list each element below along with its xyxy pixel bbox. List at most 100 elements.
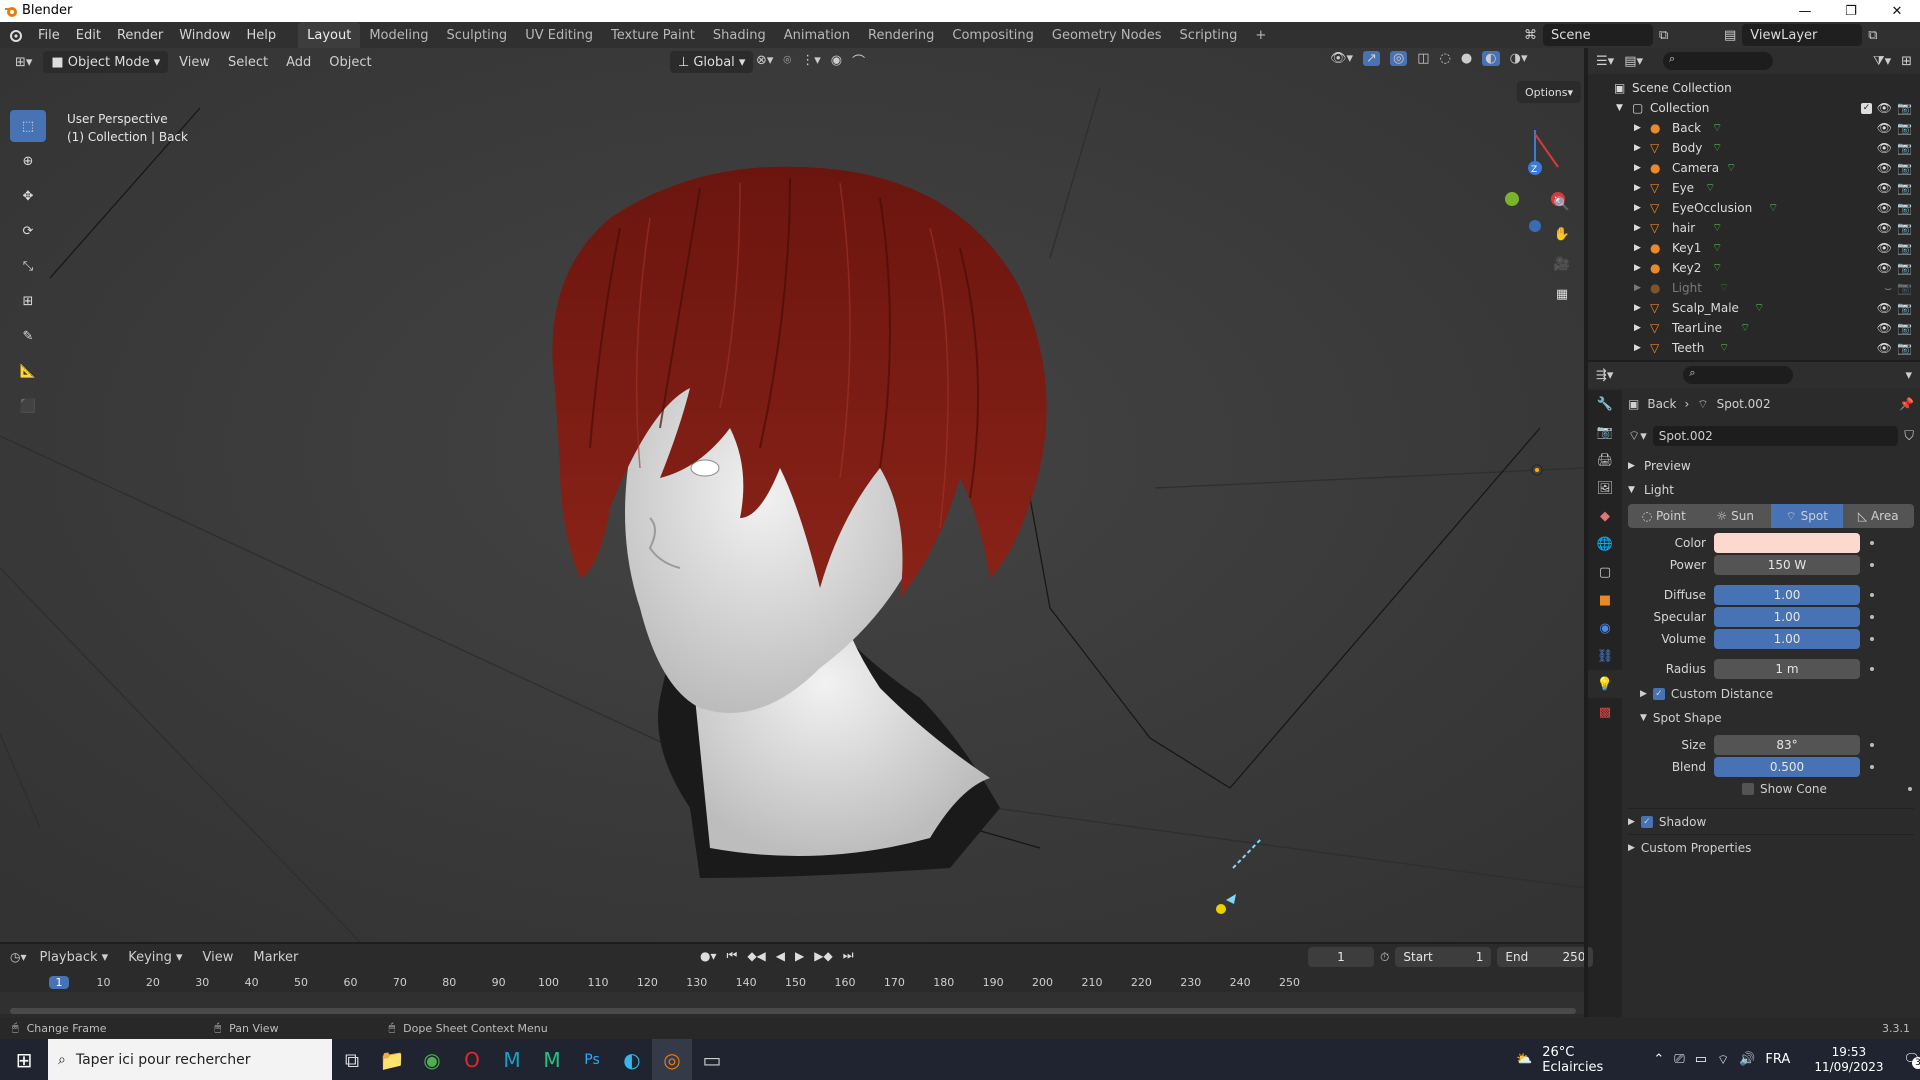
restore-button[interactable]: ❐: [1828, 0, 1874, 22]
overlay-toggle-icon[interactable]: ◎: [1389, 51, 1408, 66]
volume-keyframe-dot[interactable]: [1870, 637, 1874, 641]
light-type-spot[interactable]: ⌔ Spot: [1771, 504, 1843, 528]
camera-view-icon[interactable]: 🎥: [1548, 250, 1576, 278]
visibility-eye-icon[interactable]: ⌣: [1884, 281, 1892, 296]
show-cone-row[interactable]: Show Cone: [1742, 778, 1914, 800]
playback-menu[interactable]: Playback ▾: [33, 946, 116, 968]
outliner-item-hair[interactable]: ▶ ▽ hair ⌔ 👁 📷: [1588, 218, 1920, 238]
mode-selector[interactable]: ■ Object Mode ▾: [43, 51, 169, 73]
view-layer-tab-icon[interactable]: 🖼: [1588, 474, 1622, 502]
exclude-checkbox[interactable]: ✓: [1861, 102, 1872, 114]
edge-icon[interactable]: ◐: [612, 1039, 652, 1080]
app-m-blue-icon[interactable]: M: [492, 1039, 532, 1080]
tool-tab-icon[interactable]: 🔧: [1588, 390, 1622, 418]
visibility-eye-icon[interactable]: 👁: [1877, 341, 1892, 355]
render-camera-icon[interactable]: 📷: [1897, 241, 1912, 255]
color-swatch[interactable]: [1714, 533, 1860, 553]
render-camera-icon[interactable]: 📷: [1897, 321, 1912, 335]
expand-icon[interactable]: ▼: [1616, 103, 1623, 113]
play-reverse-icon[interactable]: ◀: [776, 949, 785, 963]
menu-object[interactable]: Object: [322, 51, 378, 73]
menu-add[interactable]: Add: [279, 51, 318, 73]
next-keyframe-icon[interactable]: ▶◆: [814, 949, 832, 963]
new-view-layer-icon[interactable]: ⧉: [1868, 28, 1877, 43]
add-workspace-button[interactable]: +: [1246, 22, 1275, 48]
outliner-item-camera[interactable]: ▶ ● Camera ⌔ 👁 📷: [1588, 158, 1920, 178]
expand-icon[interactable]: ▶: [1634, 203, 1641, 213]
record-icon[interactable]: ●▾: [700, 949, 717, 963]
menu-select[interactable]: Select: [221, 51, 275, 73]
menu-view[interactable]: View: [172, 51, 217, 73]
volume-field[interactable]: 1.00: [1714, 629, 1860, 649]
custom-distance-row[interactable]: ▶ ✓ Custom Distance: [1640, 682, 1914, 706]
snap-target-icon[interactable]: ⋮▾: [801, 53, 821, 68]
outliner-item-key2[interactable]: ▶ ● Key2 ⌔ 👁 📷: [1588, 258, 1920, 278]
snap-magnet-icon[interactable]: ⌾: [783, 53, 791, 68]
menu-help[interactable]: Help: [239, 22, 285, 48]
battery-icon[interactable]: ▭: [1695, 1052, 1707, 1067]
visibility-eye-icon[interactable]: 👁: [1877, 321, 1892, 335]
spot-size-field[interactable]: 83°: [1714, 735, 1860, 755]
menu-edit[interactable]: Edit: [68, 22, 109, 48]
world-tab-icon[interactable]: 🌐: [1588, 530, 1622, 558]
expand-icon[interactable]: ▶: [1634, 123, 1641, 133]
falloff-icon[interactable]: ⌒: [852, 51, 865, 70]
annotate-tool[interactable]: ✎: [10, 320, 46, 352]
scene-icon[interactable]: ⌘: [1524, 28, 1537, 43]
transform-orientation-dropdown[interactable]: ⊥ Global ▾: [670, 51, 754, 73]
preview-panel-header[interactable]: ▶ Preview: [1628, 454, 1914, 478]
cursor-tool[interactable]: ⊕: [10, 145, 46, 177]
outliner-item-light[interactable]: ▶ ● Light ⌔ ⌣ 📷: [1588, 278, 1920, 298]
tab-modeling[interactable]: Modeling: [360, 22, 437, 48]
outliner-item-scalp_male[interactable]: ▶ ▽ Scalp_Male ⌔ 👁 📷: [1588, 298, 1920, 318]
outliner-scene-collection[interactable]: ▣ Scene Collection: [1588, 78, 1920, 98]
app-m-green-icon[interactable]: M: [532, 1039, 572, 1080]
diffuse-field[interactable]: 1.00: [1714, 585, 1860, 605]
jump-end-icon[interactable]: ⏭: [843, 948, 854, 963]
shadow-checkbox[interactable]: ✓: [1640, 815, 1653, 828]
visibility-eye-icon[interactable]: 👁: [1877, 181, 1892, 195]
visibility-eye-icon[interactable]: 👁: [1877, 201, 1892, 215]
wireframe-shading-icon[interactable]: ◌: [1440, 51, 1451, 66]
shadow-panel-header[interactable]: ▶ ✓ Shadow: [1628, 808, 1914, 834]
keying-menu[interactable]: Keying ▾: [121, 946, 189, 968]
marker-menu[interactable]: Marker: [246, 946, 305, 968]
tab-rendering[interactable]: Rendering: [859, 22, 943, 48]
add-cube-tool[interactable]: ⬛: [10, 390, 46, 422]
render-camera-icon[interactable]: 📷: [1897, 301, 1912, 315]
expand-icon[interactable]: ▶: [1634, 283, 1641, 293]
data-icon[interactable]: ⌔: [1712, 141, 1722, 155]
tab-sculpting[interactable]: Sculpting: [437, 22, 516, 48]
task-view-icon[interactable]: ⧉: [332, 1039, 372, 1080]
radius-keyframe-dot[interactable]: [1870, 667, 1874, 671]
light-panel-header[interactable]: ▼ Light: [1628, 478, 1914, 502]
render-camera-icon[interactable]: 📷: [1897, 341, 1912, 355]
outliner-item-key1[interactable]: ▶ ● Key1 ⌔ 👁 📷: [1588, 238, 1920, 258]
tab-compositing[interactable]: Compositing: [943, 22, 1043, 48]
tab-shading[interactable]: Shading: [704, 22, 775, 48]
outliner-item-tearline[interactable]: ▶ ▽ TearLine ⌔ 👁 📷: [1588, 318, 1920, 338]
prev-keyframe-icon[interactable]: ◆◀: [747, 949, 765, 963]
render-camera-icon[interactable]: 📷: [1897, 281, 1912, 295]
data-icon[interactable]: ⌔: [1740, 321, 1750, 335]
light-type-sun[interactable]: ☼ Sun: [1700, 509, 1772, 523]
current-frame-field[interactable]: 1: [1308, 947, 1374, 967]
data-icon[interactable]: ⌔: [1719, 341, 1729, 355]
datablock-browse-icon[interactable]: ⌔▾: [1628, 428, 1647, 444]
new-collection-icon[interactable]: ⊞: [1901, 54, 1912, 69]
tab-uv-editing[interactable]: UV Editing: [516, 22, 602, 48]
visibility-eye-icon[interactable]: 👁: [1877, 241, 1892, 255]
new-scene-icon[interactable]: ⧉: [1659, 28, 1668, 43]
data-icon[interactable]: ⌔: [1712, 121, 1722, 135]
power-field[interactable]: 150 W: [1714, 555, 1860, 575]
tab-layout[interactable]: Layout: [298, 22, 361, 48]
spot-blend-field[interactable]: 0.500: [1714, 757, 1860, 777]
weather-text[interactable]: 26°C Eclaircies: [1542, 1045, 1633, 1075]
expand-icon[interactable]: ▶: [1634, 343, 1641, 353]
expand-icon[interactable]: ▶: [1634, 183, 1641, 193]
data-icon[interactable]: ⌔: [1712, 261, 1722, 275]
data-icon[interactable]: ⌔: [1705, 181, 1715, 195]
timeline-scrollbar[interactable]: [10, 1008, 1576, 1014]
render-camera-icon[interactable]: 📷: [1897, 181, 1912, 195]
custom-distance-checkbox[interactable]: ✓: [1652, 688, 1665, 700]
